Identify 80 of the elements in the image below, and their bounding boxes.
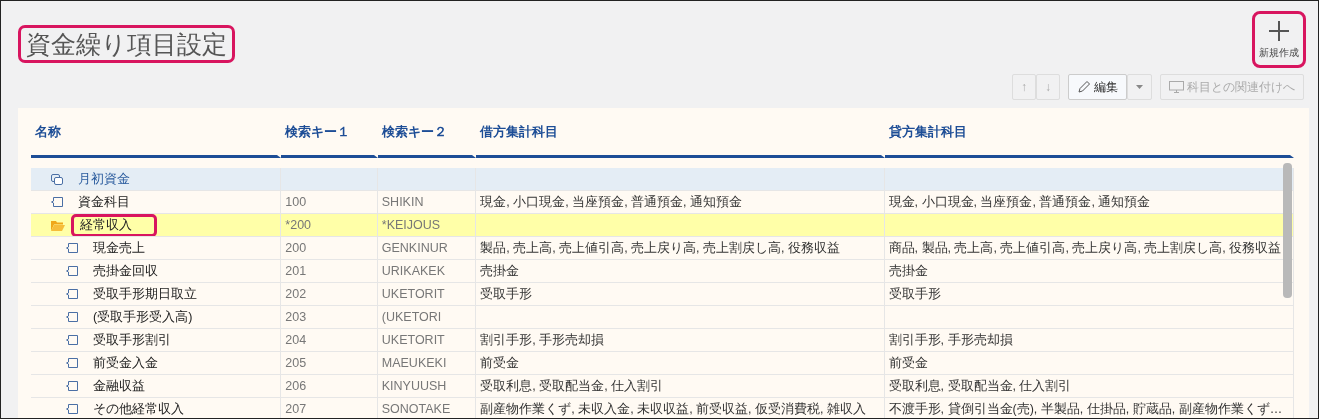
tag-icon xyxy=(66,404,78,414)
search-key-1: 204 xyxy=(285,333,307,347)
caret-icon xyxy=(1136,85,1143,89)
row-name: 金融収益 xyxy=(92,377,146,395)
table-row[interactable]: 経常収入 *200 *KEIJOUS xyxy=(31,214,1294,237)
search-key-1: 202 xyxy=(285,287,307,301)
search-key-1: 207 xyxy=(285,402,307,416)
search-key-1: 203 xyxy=(285,310,307,324)
credit-accounts: 前受金 xyxy=(888,355,928,370)
credit-accounts: 売掛金 xyxy=(888,263,928,278)
edit-button[interactable]: 編集 xyxy=(1068,74,1127,100)
credit-accounts: 受取利息, 受取配当金, 仕入割引 xyxy=(888,378,1072,393)
table-row[interactable]: その他経常収入 207 SONOTAKE 副産物作業くず, 未収入金, 未収収益, 前受収益, 仮受消費税, 雑収入 不渡手形, 貸倒引当金(売), 半製品, 仕掛品, 貯蔵品, 副産物作業くず… xyxy=(31,398,1294,418)
search-key-2: GENKINUR xyxy=(381,241,448,255)
table-row[interactable]: 受取手形期日取立 202 UKETORIT 受取手形 受取手形 xyxy=(31,283,1294,306)
debit-accounts: 現金, 小口現金, 当座預金, 普通預金, 通知預金 xyxy=(480,194,743,209)
column-header[interactable]: 検索キー１ xyxy=(281,118,378,158)
tag-icon xyxy=(66,289,78,299)
row-name: 受取手形期日取立 xyxy=(92,285,198,303)
debit-accounts: 受取利息, 受取配当金, 仕入割引 xyxy=(480,378,664,393)
tag-icon xyxy=(66,381,78,391)
page-title: 資金繰り項目設定 xyxy=(18,25,235,63)
search-key-1: 200 xyxy=(285,241,307,255)
row-name: 売掛金回収 xyxy=(92,262,159,280)
monitor-icon xyxy=(1169,81,1184,93)
debit-accounts: 製品, 売上高, 売上値引高, 売上戻り高, 売上割戻し高, 役務収益 xyxy=(480,240,840,255)
plus-icon xyxy=(1268,20,1290,42)
table-row[interactable]: 金融収益 206 KINYUUSH 受取利息, 受取配当金, 仕入割引 受取利息, 受取配当金, 仕入割引 xyxy=(31,375,1294,398)
tag-icon xyxy=(51,197,63,207)
search-key-1: 100 xyxy=(285,195,307,209)
search-key-1: 201 xyxy=(285,264,307,278)
debit-accounts: 受取手形 xyxy=(480,286,533,301)
scrollbar[interactable] xyxy=(1283,163,1292,298)
debit-accounts: 副産物作業くず, 未収入金, 未収収益, 前受収益, 仮受消費税, 雑収入 xyxy=(480,401,866,416)
credit-accounts: 受取手形 xyxy=(888,286,941,301)
table-row[interactable]: 前受金入金 205 MAEUKEKI 前受金 前受金 xyxy=(31,352,1294,375)
search-key-2: MAEUKEKI xyxy=(381,356,447,370)
search-key-2: *KEIJOUS xyxy=(381,218,441,232)
column-header[interactable]: 検索キー２ xyxy=(377,118,477,158)
row-name: 月初資金 xyxy=(77,170,131,188)
tag-icon xyxy=(66,243,78,253)
tag-icon xyxy=(66,335,78,345)
table-row[interactable]: 月初資金 xyxy=(31,168,1294,191)
column-header[interactable]: 借方集計科目 xyxy=(476,118,885,158)
search-key-2: URIKAKEK xyxy=(381,264,445,278)
column-header[interactable]: 貸方集計科目 xyxy=(884,118,1294,158)
search-key-2: (UKETORI xyxy=(381,310,442,324)
row-name: 現金売上 xyxy=(92,239,146,257)
row-name: 経常収入 xyxy=(71,214,157,236)
column-header[interactable]: 名称 xyxy=(31,118,282,158)
search-key-2: UKETORIT xyxy=(381,287,445,301)
folder-icon xyxy=(51,219,65,231)
tag-icon xyxy=(66,266,78,276)
row-name: 資金科目 xyxy=(77,193,131,211)
tag-icon xyxy=(66,312,78,322)
credit-accounts: 商品, 製品, 売上高, 売上値引高, 売上戻り高, 売上割戻し高, 役務収益 xyxy=(888,240,1282,255)
row-name: 前受金入金 xyxy=(92,354,159,372)
table-row[interactable]: (受取手形受入高) 203 (UKETORI xyxy=(31,306,1294,329)
credit-accounts: 不渡手形, 貸倒引当金(売), 半製品, 仕掛品, 貯蔵品, 副産物作業くず… xyxy=(888,401,1283,416)
search-key-2: UKETORIT xyxy=(381,333,445,347)
debit-accounts: 割引手形, 手形売却損 xyxy=(480,332,605,347)
search-key-1: 205 xyxy=(285,356,307,370)
credit-accounts: 現金, 小口現金, 当座預金, 普通預金, 通知預金 xyxy=(888,194,1151,209)
dropdown-button[interactable] xyxy=(1127,74,1152,100)
tag-icon xyxy=(66,358,78,368)
row-name: (受取手形受入高) xyxy=(92,308,194,326)
credit-accounts: 割引手形, 手形売却損 xyxy=(888,332,1013,347)
row-name: 受取手形割引 xyxy=(92,331,172,349)
search-key-2: KINYUUSH xyxy=(381,379,447,393)
pencil-icon xyxy=(1077,80,1091,94)
search-key-1: 206 xyxy=(285,379,307,393)
table-row[interactable]: 受取手形割引 204 UKETORIT 割引手形, 手形売却損 割引手形, 手形売却損 xyxy=(31,329,1294,352)
debit-accounts: 売掛金 xyxy=(480,263,520,278)
new-button[interactable]: 新規作成 xyxy=(1252,11,1306,68)
stack-icon xyxy=(51,173,63,185)
search-key-1: *200 xyxy=(285,218,312,232)
search-key-2: SHIKIN xyxy=(381,195,424,209)
debit-accounts: 前受金 xyxy=(480,355,520,370)
row-name: その他経常収入 xyxy=(92,400,185,418)
search-key-2: SONOTAKE xyxy=(381,402,451,416)
